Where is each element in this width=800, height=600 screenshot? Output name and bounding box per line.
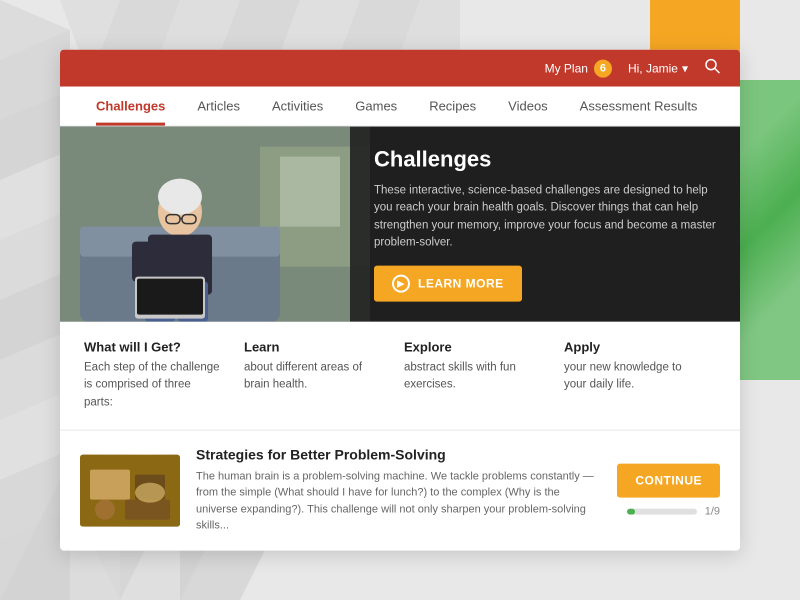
challenge-card: Strategies for Better Problem-Solving Th… — [60, 430, 740, 550]
info-col-1-title: What will I Get? — [84, 340, 220, 355]
learn-more-button[interactable]: ▶ LEARN MORE — [374, 266, 522, 302]
nav-item-challenges[interactable]: Challenges — [80, 87, 181, 126]
nav-item-recipes[interactable]: Recipes — [413, 87, 492, 126]
nav-item-games[interactable]: Games — [339, 87, 413, 126]
info-col-3-title: Explore — [404, 340, 540, 355]
info-col-1-text: Each step of the challenge is comprised … — [84, 360, 220, 412]
search-button[interactable] — [704, 58, 720, 79]
info-col-3: Explore abstract skills with fun exercis… — [396, 340, 556, 412]
chevron-down-icon: ▾ — [682, 61, 688, 75]
hero-section: Challenges These interactive, science-ba… — [60, 127, 740, 322]
info-col-1: What will I Get? Each step of the challe… — [84, 340, 236, 412]
info-col-4: Apply your new knowledge to your daily l… — [556, 340, 716, 412]
user-label: Hi, Jamie — [628, 61, 678, 75]
my-plan-section[interactable]: My Plan 6 — [545, 59, 612, 77]
main-card: My Plan 6 Hi, Jamie ▾ Challenges Article… — [60, 50, 740, 551]
info-col-4-text: your new knowledge to your daily life. — [564, 360, 700, 395]
play-icon: ▶ — [392, 275, 410, 293]
hero-title: Challenges — [374, 147, 716, 173]
hero-overlay: Challenges These interactive, science-ba… — [350, 127, 740, 322]
nav-item-assessment[interactable]: Assessment Results — [564, 87, 714, 126]
nav-item-articles[interactable]: Articles — [181, 87, 256, 126]
info-col-2: Learn about different areas of brain hea… — [236, 340, 396, 412]
info-col-2-text: about different areas of brain health. — [244, 360, 380, 395]
top-bar: My Plan 6 Hi, Jamie ▾ — [60, 50, 740, 87]
plan-count-badge: 6 — [594, 59, 612, 77]
challenge-actions: CONTINUE 1/9 — [617, 463, 720, 517]
learn-more-label: LEARN MORE — [418, 277, 504, 291]
challenge-title: Strategies for Better Problem-Solving — [196, 446, 601, 462]
challenge-thumbnail — [80, 454, 180, 526]
challenge-content: Strategies for Better Problem-Solving Th… — [196, 446, 601, 534]
info-section: What will I Get? Each step of the challe… — [60, 322, 740, 431]
main-nav: Challenges Articles Activities Games Rec… — [60, 87, 740, 127]
hero-description: These interactive, science-based challen… — [374, 183, 716, 252]
challenge-description: The human brain is a problem-solving mac… — [196, 468, 601, 534]
hero-image — [60, 127, 370, 322]
continue-button[interactable]: CONTINUE — [617, 463, 720, 497]
info-col-2-title: Learn — [244, 340, 380, 355]
progress-area: 1/9 — [627, 505, 720, 517]
my-plan-label: My Plan — [545, 61, 588, 75]
info-col-3-text: abstract skills with fun exercises. — [404, 360, 540, 395]
progress-bar-fill — [627, 508, 635, 514]
progress-bar — [627, 508, 697, 514]
progress-label: 1/9 — [705, 505, 720, 517]
nav-item-activities[interactable]: Activities — [256, 87, 339, 126]
info-col-4-title: Apply — [564, 340, 700, 355]
user-menu[interactable]: Hi, Jamie ▾ — [628, 61, 688, 75]
nav-item-videos[interactable]: Videos — [492, 87, 564, 126]
